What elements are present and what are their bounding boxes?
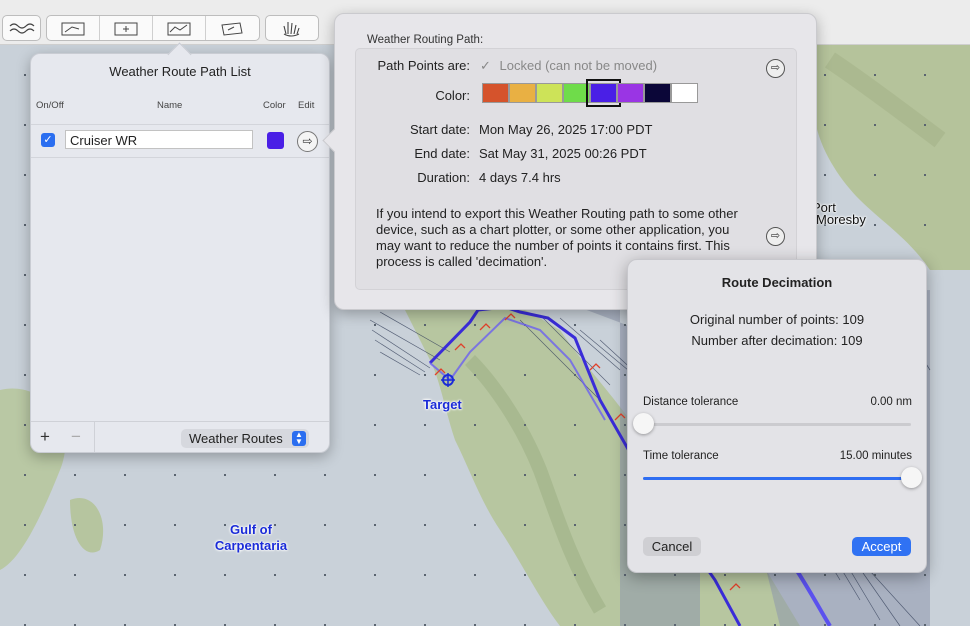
accept-button[interactable]: Accept xyxy=(852,537,911,556)
on-off-checkbox[interactable]: ✓ xyxy=(41,133,55,147)
distance-tolerance-value: 0.00 nm xyxy=(870,396,912,408)
color-swatch[interactable] xyxy=(536,83,563,103)
time-slider-knob[interactable] xyxy=(901,467,922,488)
color-swatch[interactable] xyxy=(644,83,671,103)
info-arrow-icon[interactable]: ⇨ xyxy=(766,59,785,78)
color-swatch[interactable] xyxy=(509,83,536,103)
panel-title: Weather Route Path List xyxy=(109,64,251,79)
time-tolerance-value: 15.00 minutes xyxy=(839,450,912,462)
end-date-value: Sat May 31, 2025 00:26 PDT xyxy=(479,146,647,161)
distance-tolerance-slider[interactable] xyxy=(633,413,911,434)
time-tolerance-label: Time tolerance xyxy=(643,450,719,462)
path-points-label: Path Points are: xyxy=(377,58,471,73)
footer-divider xyxy=(94,422,95,452)
gulf-label-line1: Gulf of xyxy=(230,522,272,537)
hand-icon[interactable] xyxy=(265,15,319,41)
route-edit-icon[interactable] xyxy=(47,16,100,40)
column-header-edit[interactable]: Edit xyxy=(298,100,314,111)
color-label: Color: xyxy=(435,88,470,103)
original-points-text: Original number of points: 109 xyxy=(689,312,865,327)
route-graph-icon[interactable] xyxy=(153,16,206,40)
panel-footer: + − Weather Routes ▲ ▼ xyxy=(31,421,329,452)
popover-header: Weather Routing Path: xyxy=(367,34,484,46)
locked-checkbox: ✓ Locked (can not be moved) xyxy=(480,58,657,74)
gulf-label-line2: Carpentaria xyxy=(214,538,288,553)
end-date-label: End date: xyxy=(414,146,470,161)
after-points-text: Number after decimation: 109 xyxy=(691,333,863,348)
start-date-label: Start date: xyxy=(410,122,470,137)
locked-text: Locked (can not be moved) xyxy=(499,58,658,73)
time-slider-fill xyxy=(643,477,911,480)
color-swatch[interactable] xyxy=(482,83,509,103)
remove-button[interactable]: − xyxy=(71,427,81,447)
color-swatch[interactable] xyxy=(563,83,590,103)
cancel-button[interactable]: Cancel xyxy=(643,537,701,556)
distance-slider-knob[interactable] xyxy=(633,413,654,434)
duration-value: 4 days 7.4 hrs xyxy=(479,170,561,185)
column-header-color[interactable]: Color xyxy=(263,100,286,111)
locked-check-icon: ✓ xyxy=(480,58,491,73)
duration-label: Duration: xyxy=(417,170,470,185)
route-type-popup[interactable]: Weather Routes ▲ ▼ xyxy=(181,429,309,448)
popup-arrows-icon: ▲ ▼ xyxy=(292,431,306,446)
route-name-field[interactable]: Cruiser WR xyxy=(65,130,253,149)
waves-icon[interactable] xyxy=(2,15,41,41)
color-swatch-row xyxy=(482,79,698,107)
edit-arrow-icon[interactable]: ⇨ xyxy=(297,131,318,152)
decimate-arrow-icon[interactable]: ⇨ xyxy=(766,227,785,246)
distance-tolerance-label: Distance tolerance xyxy=(643,396,739,408)
table-row[interactable]: ✓ Cruiser WR ⇨ xyxy=(31,124,329,158)
add-button[interactable]: + xyxy=(40,427,50,447)
route-note-icon[interactable] xyxy=(206,16,258,40)
route-color-swatch[interactable] xyxy=(267,132,284,149)
route-type-value: Weather Routes xyxy=(189,431,283,446)
target-label: Target xyxy=(423,397,462,412)
column-header-on-off[interactable]: On/Off xyxy=(36,100,64,111)
add-route-icon[interactable] xyxy=(100,16,153,40)
color-swatch[interactable] xyxy=(586,79,621,107)
weather-route-list-panel: Weather Route Path List On/Off Name Colo… xyxy=(30,42,330,453)
route-decimation-dialog: Route Decimation Original number of poin… xyxy=(627,259,927,573)
color-swatch[interactable] xyxy=(671,83,698,103)
column-header-name[interactable]: Name xyxy=(157,100,182,111)
route-tools-segment xyxy=(46,15,260,41)
color-swatch[interactable] xyxy=(617,83,644,103)
start-date-value: Mon May 26, 2025 17:00 PDT xyxy=(479,122,653,137)
port-label-line2: Moresby xyxy=(816,212,866,227)
dialog-title: Route Decimation xyxy=(721,275,833,290)
time-tolerance-slider[interactable] xyxy=(643,467,922,488)
